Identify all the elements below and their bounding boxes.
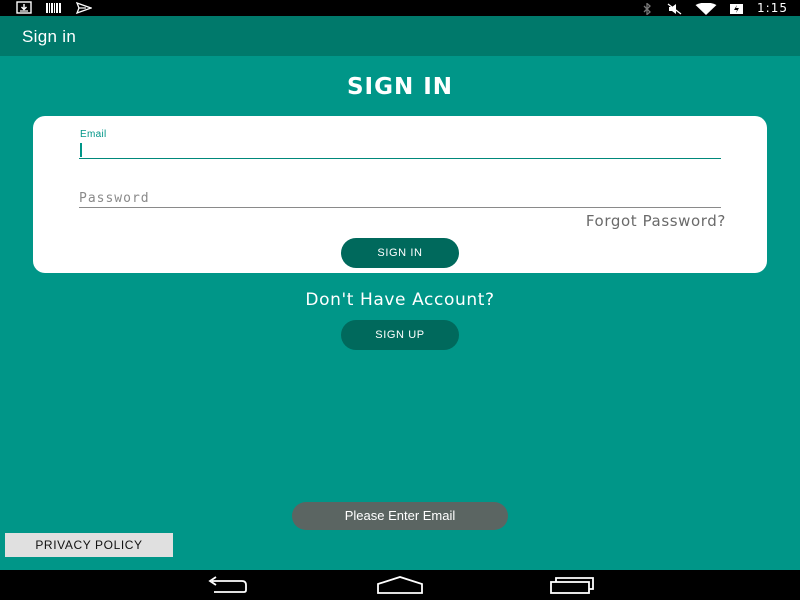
home-icon[interactable] xyxy=(375,574,425,596)
text-cursor xyxy=(80,143,82,157)
app-bar-title: Sign in xyxy=(22,27,77,46)
status-time: 1:15 xyxy=(757,1,788,15)
navigation-bar xyxy=(0,570,800,600)
email-field[interactable] xyxy=(79,142,721,159)
send-icon xyxy=(75,1,93,15)
back-icon[interactable] xyxy=(204,574,254,596)
email-label: Email xyxy=(80,129,107,140)
recents-icon[interactable] xyxy=(547,574,597,596)
app-bar: Sign in xyxy=(0,16,800,56)
bluetooth-icon xyxy=(639,2,655,16)
toast-message: Please Enter Email xyxy=(292,502,508,530)
sign-in-button[interactable]: SIGN IN xyxy=(341,238,459,268)
download-icon xyxy=(16,1,32,14)
barcode-icon xyxy=(46,1,62,13)
volume-off-icon xyxy=(667,2,683,15)
battery-icon xyxy=(729,2,745,14)
forgot-password-link[interactable]: Forgot Password? xyxy=(586,212,726,230)
status-bar: 1:15 xyxy=(0,0,800,16)
wifi-icon xyxy=(695,2,717,15)
no-account-text: Don't Have Account? xyxy=(305,290,495,310)
privacy-policy-button[interactable]: PRIVACY POLICY xyxy=(5,533,173,557)
page-title: SIGN IN xyxy=(346,74,454,100)
password-field[interactable] xyxy=(79,189,721,208)
sign-in-card: Email Forgot Password? SIGN IN xyxy=(33,116,767,273)
sign-up-button[interactable]: SIGN UP xyxy=(341,320,459,350)
